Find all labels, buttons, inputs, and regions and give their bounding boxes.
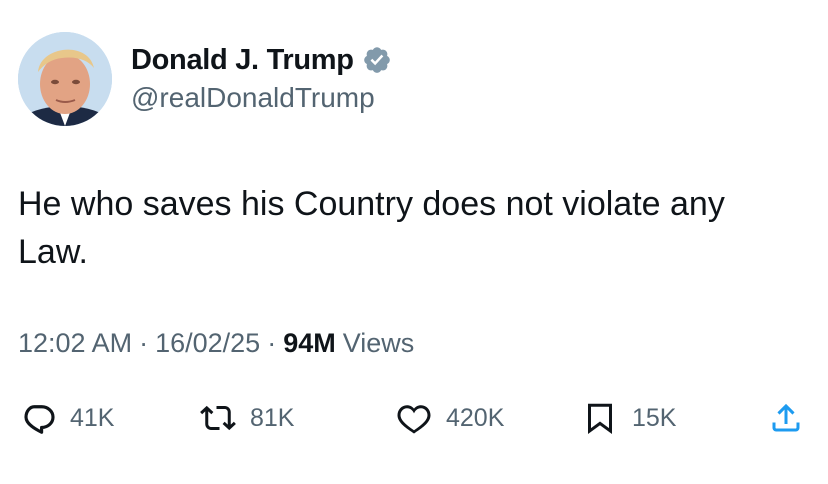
meta-separator: · [139,328,149,358]
author-row: Donald J. Trump [131,42,392,78]
tweet-card: Donald J. Trump @realDonaldTrump He who … [0,0,828,484]
like-button[interactable]: 420K [396,396,504,440]
bookmark-count: 15K [632,403,677,432]
author-handle[interactable]: @realDonaldTrump [131,82,375,114]
verified-badge-icon[interactable] [362,45,392,75]
avatar-portrait-icon [18,32,112,126]
tweet-meta: 12:02 AM · 16/02/25 · 94M Views [18,328,414,359]
action-bar: 41K 81K 420K 15K [0,396,828,440]
meta-separator: · [267,328,277,358]
reply-bubble-icon [20,400,56,436]
avatar[interactable] [18,32,112,126]
heart-icon [396,400,432,436]
share-button[interactable] [768,396,804,440]
reply-button[interactable]: 41K [20,396,114,440]
tweet-text: He who saves his Country does not violat… [18,185,725,271]
like-count: 420K [446,403,505,432]
tweet-time[interactable]: 12:02 AM [18,328,132,359]
retweet-count: 81K [250,403,295,432]
retweet-arrows-icon [200,400,236,436]
reply-count: 41K [70,403,115,432]
views-count: 94M [283,328,336,358]
tweet-date[interactable]: 16/02/25 [155,328,260,359]
retweet-button[interactable]: 81K [200,396,294,440]
bookmark-icon [582,400,618,436]
views-label: Views [342,328,415,358]
share-upload-icon [768,400,804,436]
bookmark-button[interactable]: 15K [582,396,676,440]
author-name[interactable]: Donald J. Trump [131,44,354,77]
